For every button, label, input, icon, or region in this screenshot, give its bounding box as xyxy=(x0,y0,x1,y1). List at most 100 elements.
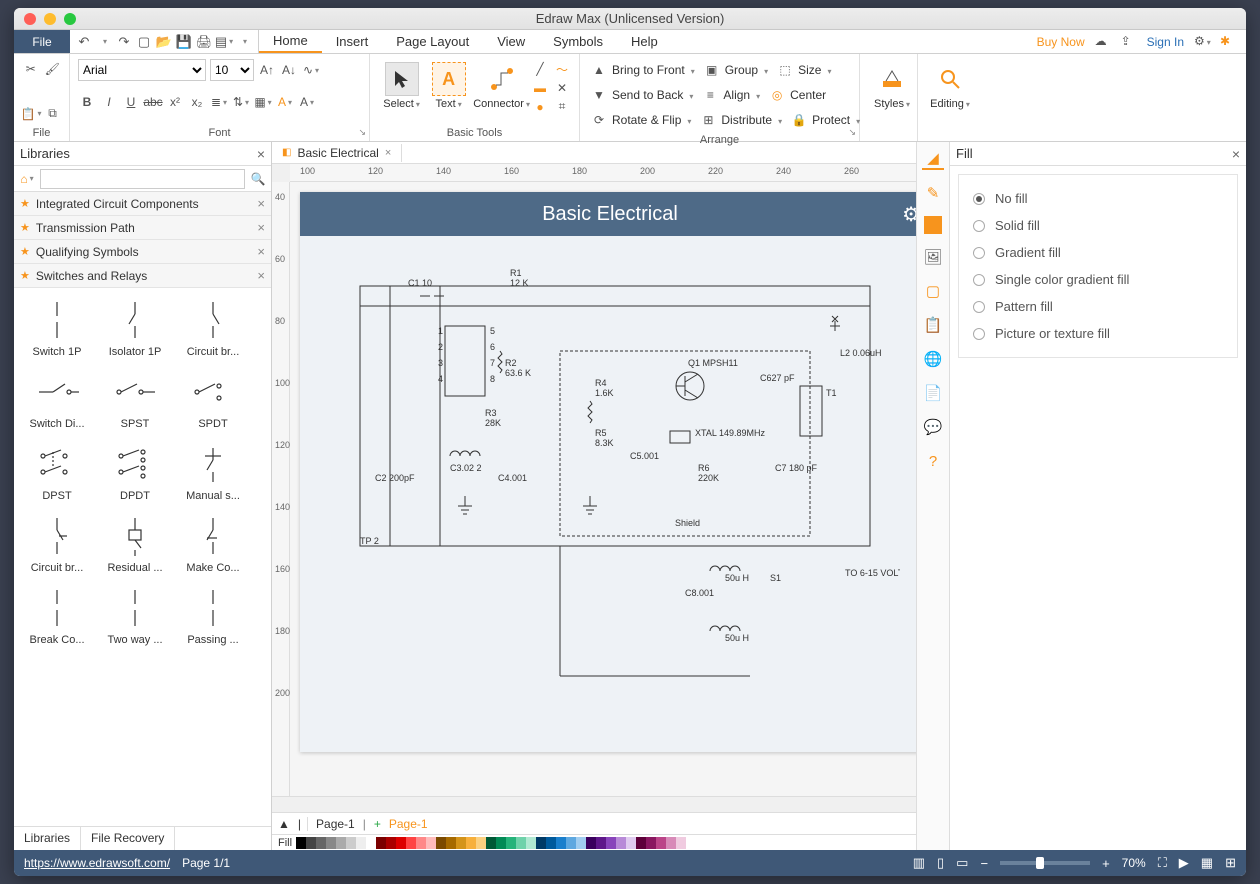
arc-tool-icon[interactable]: 〜 xyxy=(553,60,571,78)
line-tool-icon[interactable]: ╱ xyxy=(531,60,549,78)
sign-in-link[interactable]: Sign In xyxy=(1147,35,1184,49)
close-fill-panel-icon[interactable]: × xyxy=(1232,146,1240,162)
bring-to-front-button[interactable]: ▲Bring to Front xyxy=(588,60,697,80)
tab-insert[interactable]: Insert xyxy=(322,30,383,53)
globe-icon[interactable]: 🌐 xyxy=(922,348,944,370)
tab-page-layout[interactable]: Page Layout xyxy=(382,30,483,53)
tab-help[interactable]: Help xyxy=(617,30,672,53)
align-button[interactable]: ≡Align xyxy=(699,85,762,105)
rect-tool-icon[interactable]: ▬ xyxy=(531,79,549,97)
tab-view[interactable]: View xyxy=(483,30,539,53)
fill-bucket-icon[interactable]: ◢ xyxy=(922,148,944,170)
subscript-icon[interactable]: x₂ xyxy=(188,93,206,111)
color-swatch[interactable] xyxy=(586,837,596,849)
shape-item[interactable]: Switch Di... xyxy=(18,366,96,438)
lib-cat-qualifying[interactable]: ★Qualifying Symbols× xyxy=(14,240,271,264)
font-group-launcher-icon[interactable]: ↘ xyxy=(358,127,366,138)
line-style-icon[interactable]: ✎ xyxy=(922,182,944,204)
cut-icon[interactable]: ✂ xyxy=(22,60,40,78)
color-swatch[interactable] xyxy=(576,837,586,849)
zoom-in-icon[interactable]: + xyxy=(1102,856,1110,871)
image-fill-icon[interactable]: 🖼 xyxy=(922,246,944,268)
shape-item[interactable]: Two way ... xyxy=(96,582,174,654)
superscript-icon[interactable]: x² xyxy=(166,93,184,111)
shape-item[interactable]: Manual s... xyxy=(174,438,252,510)
shape-item[interactable]: Circuit br... xyxy=(18,510,96,582)
bullets-icon[interactable]: ≣ xyxy=(210,93,228,111)
help-icon[interactable]: ? xyxy=(922,450,944,472)
shape-item[interactable]: SPDT xyxy=(174,366,252,438)
line-spacing-icon[interactable]: ⇅ xyxy=(232,93,250,111)
shape-item[interactable]: Break Co... xyxy=(18,582,96,654)
color-swatch[interactable] xyxy=(626,837,636,849)
color-swatch[interactable] xyxy=(636,837,646,849)
library-home-icon[interactable]: ⌂ xyxy=(18,170,36,188)
color-swatch[interactable] xyxy=(676,837,686,849)
status-url-link[interactable]: https://www.edrawsoft.com/ xyxy=(24,856,170,870)
color-swatch[interactable] xyxy=(646,837,656,849)
color-swatch[interactable] xyxy=(536,837,546,849)
color-swatch[interactable] xyxy=(546,837,556,849)
send-to-back-button[interactable]: ▼Send to Back xyxy=(588,85,695,105)
text-effects-icon[interactable]: ∿ xyxy=(302,61,320,79)
fill-option[interactable]: Gradient fill xyxy=(973,239,1223,266)
new-doc-icon[interactable]: ▢ xyxy=(136,34,152,50)
qat-customize-icon[interactable] xyxy=(236,34,252,50)
font-color-icon[interactable]: A xyxy=(298,93,316,111)
color-swatch[interactable] xyxy=(306,837,316,849)
view-mode-icon[interactable]: ▭ xyxy=(956,855,968,871)
rotate-flip-button[interactable]: ⟳Rotate & Flip xyxy=(588,110,693,130)
save-icon[interactable]: 💾 xyxy=(176,34,192,50)
canvas[interactable]: Basic Electrical ⚙ 12345678 xyxy=(290,182,916,796)
share-icon[interactable]: ⇪ xyxy=(1121,34,1137,50)
fill-option[interactable]: Single color gradient fill xyxy=(973,266,1223,293)
settings-gear-icon[interactable]: ⚙ xyxy=(1194,34,1210,50)
close-doc-tab-icon[interactable]: × xyxy=(385,147,391,159)
horizontal-scrollbar[interactable] xyxy=(272,796,916,812)
color-swatch[interactable] xyxy=(386,837,396,849)
cloud-icon[interactable]: ☁ xyxy=(1095,34,1111,50)
underline-icon[interactable]: U xyxy=(122,93,140,111)
color-swatch[interactable] xyxy=(476,837,486,849)
tab-symbols[interactable]: Symbols xyxy=(539,30,617,53)
styles-button[interactable]: Styles xyxy=(868,58,916,110)
page-nav-up-icon[interactable]: ▲ xyxy=(278,817,290,831)
lib-cat-transmission[interactable]: ★Transmission Path× xyxy=(14,216,271,240)
color-swatch[interactable] xyxy=(606,837,616,849)
color-swatch[interactable] xyxy=(526,837,536,849)
library-search-input[interactable] xyxy=(40,169,245,189)
color-swatch[interactable] xyxy=(556,837,566,849)
color-swatch[interactable] xyxy=(506,837,516,849)
color-swatch[interactable] xyxy=(396,837,406,849)
print-icon[interactable]: 🖨 xyxy=(196,34,212,50)
color-swatch[interactable] xyxy=(436,837,446,849)
color-swatch[interactable] xyxy=(416,837,426,849)
shape-item[interactable]: SPST xyxy=(96,366,174,438)
distribute-button[interactable]: ⊞Distribute xyxy=(697,110,784,130)
color-swatch[interactable] xyxy=(486,837,496,849)
strike-icon[interactable]: abc xyxy=(144,93,162,111)
connector-tool[interactable]: Connector xyxy=(472,58,531,118)
color-swatch[interactable] xyxy=(426,837,436,849)
drawing-page[interactable]: Basic Electrical ⚙ 12345678 xyxy=(300,192,916,752)
lib-cat-ic-components[interactable]: ★Integrated Circuit Components× xyxy=(14,192,271,216)
buy-now-link[interactable]: Buy Now xyxy=(1037,35,1085,49)
color-swatch[interactable] xyxy=(566,837,576,849)
color-swatch[interactable] xyxy=(376,837,386,849)
shadow-icon[interactable]: ▢ xyxy=(922,280,944,302)
shape-item[interactable]: Passing ... xyxy=(174,582,252,654)
highlight-icon[interactable]: A xyxy=(276,93,294,111)
color-swatch[interactable] xyxy=(656,837,666,849)
fit-page-icon[interactable]: ▥ xyxy=(913,855,925,871)
undo-icon[interactable]: ↶ xyxy=(76,34,92,50)
font-name-select[interactable]: Arial xyxy=(78,59,206,81)
clipboard-icon[interactable]: 📋 xyxy=(922,314,944,336)
lefttab-libraries[interactable]: Libraries xyxy=(14,827,81,850)
size-button[interactable]: ⬚Size xyxy=(774,60,833,80)
page-settings-gear-icon[interactable]: ⚙ xyxy=(902,202,916,227)
file-menu[interactable]: File xyxy=(14,30,70,53)
fill-option[interactable]: Pattern fill xyxy=(973,293,1223,320)
thumbnail-view-icon[interactable]: ⊞ xyxy=(1225,855,1236,871)
paste-icon[interactable]: 📋 xyxy=(22,105,40,123)
color-swatch[interactable] xyxy=(596,837,606,849)
